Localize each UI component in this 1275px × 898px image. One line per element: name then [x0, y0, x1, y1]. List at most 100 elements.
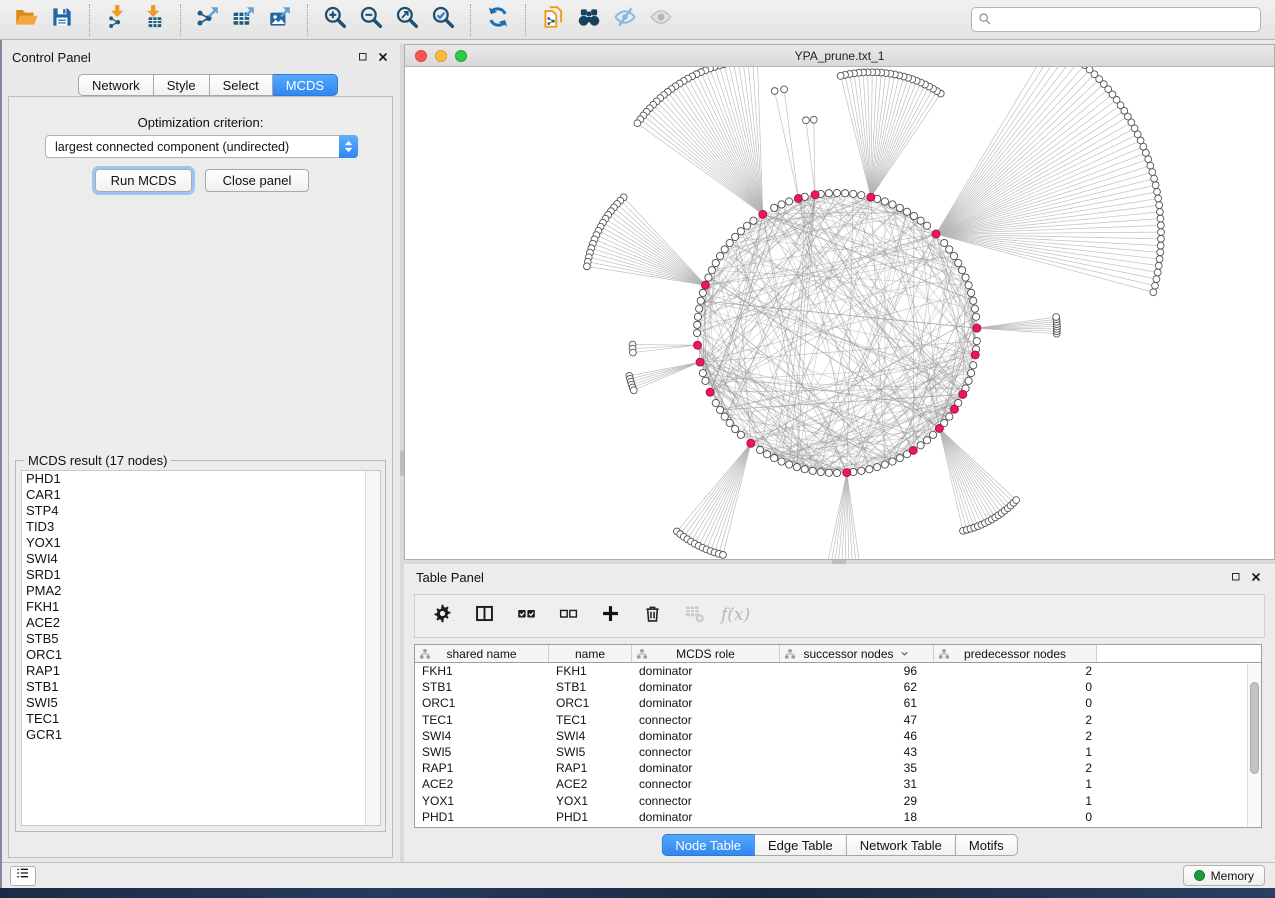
table-row[interactable]: SWI4SWI4dominator462	[415, 728, 1261, 744]
table-cell[interactable]: ACE2	[549, 776, 632, 792]
table-row[interactable]: RAP1RAP1dominator352	[415, 760, 1261, 776]
table-cell[interactable]: 2	[934, 760, 1097, 776]
table-cell[interactable]: RAP1	[549, 760, 632, 776]
table-cell[interactable]: SWI5	[549, 744, 632, 760]
table-cell[interactable]: ORC1	[415, 695, 549, 711]
table-cell[interactable]: connector	[632, 712, 780, 728]
table-row[interactable]: ORC1ORC1dominator610	[415, 695, 1261, 711]
table-scrollbar[interactable]	[1247, 664, 1261, 828]
tab-mcds[interactable]: MCDS	[273, 74, 338, 96]
tab-node-table[interactable]: Node Table	[661, 834, 755, 856]
zoom-in-button[interactable]	[317, 2, 353, 38]
minimize-traffic-light[interactable]	[435, 50, 447, 62]
close-icon[interactable]	[376, 50, 390, 64]
memory-button[interactable]: Memory	[1183, 865, 1265, 886]
table-cell[interactable]: connector	[632, 793, 780, 809]
refresh-network-button[interactable]	[480, 2, 516, 38]
duplicate-network-button[interactable]	[535, 2, 571, 38]
tab-network-table[interactable]: Network Table	[847, 834, 956, 856]
mcds-result-item[interactable]: STP4	[22, 503, 380, 519]
table-cell[interactable]: YOX1	[415, 793, 549, 809]
import-network-button[interactable]	[99, 2, 135, 38]
table-cell[interactable]: 47	[780, 712, 934, 728]
mcds-result-item[interactable]: TEC1	[22, 711, 380, 727]
mcds-result-item[interactable]: ACE2	[22, 615, 380, 631]
table-cell[interactable]: SWI4	[549, 728, 632, 744]
table-cell[interactable]: 0	[934, 695, 1097, 711]
mcds-result-item[interactable]: STB1	[22, 679, 380, 695]
table-cell[interactable]: PHD1	[549, 809, 632, 825]
table-row[interactable]: TEC1TEC1connector472	[415, 712, 1261, 728]
mcds-result-item[interactable]: TID3	[22, 519, 380, 535]
table-cell[interactable]: 62	[780, 679, 934, 695]
export-table-button[interactable]	[226, 2, 262, 38]
optimization-criterion-select[interactable]: largest connected component (undirected)	[45, 135, 358, 158]
table-cell[interactable]: dominator	[632, 679, 780, 695]
table-cell[interactable]: FKH1	[549, 663, 632, 679]
float-icon[interactable]	[356, 50, 370, 64]
table-cell[interactable]: FKH1	[415, 663, 549, 679]
show-all-button[interactable]	[643, 2, 679, 38]
column-header-name[interactable]: name	[549, 645, 632, 662]
table-cell[interactable]: 2	[934, 712, 1097, 728]
table-cell[interactable]: connector	[632, 744, 780, 760]
table-cell[interactable]: YOX1	[549, 793, 632, 809]
network-graph-canvas[interactable]	[405, 67, 1274, 559]
search-input[interactable]	[971, 7, 1261, 32]
tab-edge-table[interactable]: Edge Table	[755, 834, 847, 856]
zoom-traffic-light[interactable]	[455, 50, 467, 62]
table-cell[interactable]: 35	[780, 760, 934, 776]
import-table-button[interactable]	[135, 2, 171, 38]
table-cell[interactable]: 1	[934, 793, 1097, 809]
table-cell[interactable]: dominator	[632, 663, 780, 679]
table-cell[interactable]: 0	[934, 679, 1097, 695]
close-panel-button[interactable]: Close panel	[205, 169, 309, 192]
table-cell[interactable]: TEC1	[549, 712, 632, 728]
table-cell[interactable]: PHD1	[415, 809, 549, 825]
network-window-titlebar[interactable]: YPA_prune.txt_1	[405, 45, 1274, 67]
table-cell[interactable]: dominator	[632, 809, 780, 825]
table-cell[interactable]: 2	[934, 728, 1097, 744]
table-cell[interactable]: 61	[780, 695, 934, 711]
add-column-button[interactable]	[597, 603, 623, 629]
table-cell[interactable]: 1	[934, 776, 1097, 792]
zoom-out-button[interactable]	[353, 2, 389, 38]
table-cell[interactable]: 18	[780, 809, 934, 825]
table-cell[interactable]: 1	[934, 744, 1097, 760]
zoom-selected-button[interactable]	[425, 2, 461, 38]
delete-column-button[interactable]	[639, 603, 665, 629]
mcds-result-item[interactable]: FKH1	[22, 599, 380, 615]
table-cell[interactable]: 46	[780, 728, 934, 744]
table-row[interactable]: STB1STB1dominator620	[415, 679, 1261, 695]
table-cell[interactable]: SWI5	[415, 744, 549, 760]
mcds-result-item[interactable]: STB5	[22, 631, 380, 647]
table-cell[interactable]: ORC1	[549, 695, 632, 711]
tab-motifs[interactable]: Motifs	[956, 834, 1018, 856]
run-mcds-button[interactable]: Run MCDS	[95, 169, 192, 192]
table-cell[interactable]: 43	[780, 744, 934, 760]
float-icon[interactable]	[1229, 570, 1243, 584]
close-icon[interactable]	[1249, 570, 1263, 584]
hide-selection-button[interactable]	[607, 2, 643, 38]
deselect-all-button[interactable]	[555, 603, 581, 629]
mcds-result-item[interactable]: PHD1	[22, 471, 380, 487]
mcds-result-item[interactable]: PMA2	[22, 583, 380, 599]
table-cell[interactable]: connector	[632, 776, 780, 792]
table-cell[interactable]: 29	[780, 793, 934, 809]
table-cell[interactable]: 0	[934, 809, 1097, 825]
table-cell[interactable]: dominator	[632, 760, 780, 776]
open-file-button[interactable]	[8, 2, 44, 38]
table-cell[interactable]: dominator	[632, 728, 780, 744]
table-cell[interactable]: dominator	[632, 695, 780, 711]
table-cell[interactable]: SWI4	[415, 728, 549, 744]
mcds-result-item[interactable]: RAP1	[22, 663, 380, 679]
mcds-result-item[interactable]: SRD1	[22, 567, 380, 583]
mcds-result-item[interactable]: GCR1	[22, 727, 380, 743]
table-cell[interactable]: STB1	[549, 679, 632, 695]
table-cell[interactable]: RAP1	[415, 760, 549, 776]
table-cell[interactable]: STB1	[415, 679, 549, 695]
table-cell[interactable]: 2	[934, 663, 1097, 679]
mcds-result-item[interactable]: ORC1	[22, 647, 380, 663]
mcds-result-item[interactable]: CAR1	[22, 487, 380, 503]
mcds-result-item[interactable]: YOX1	[22, 535, 380, 551]
